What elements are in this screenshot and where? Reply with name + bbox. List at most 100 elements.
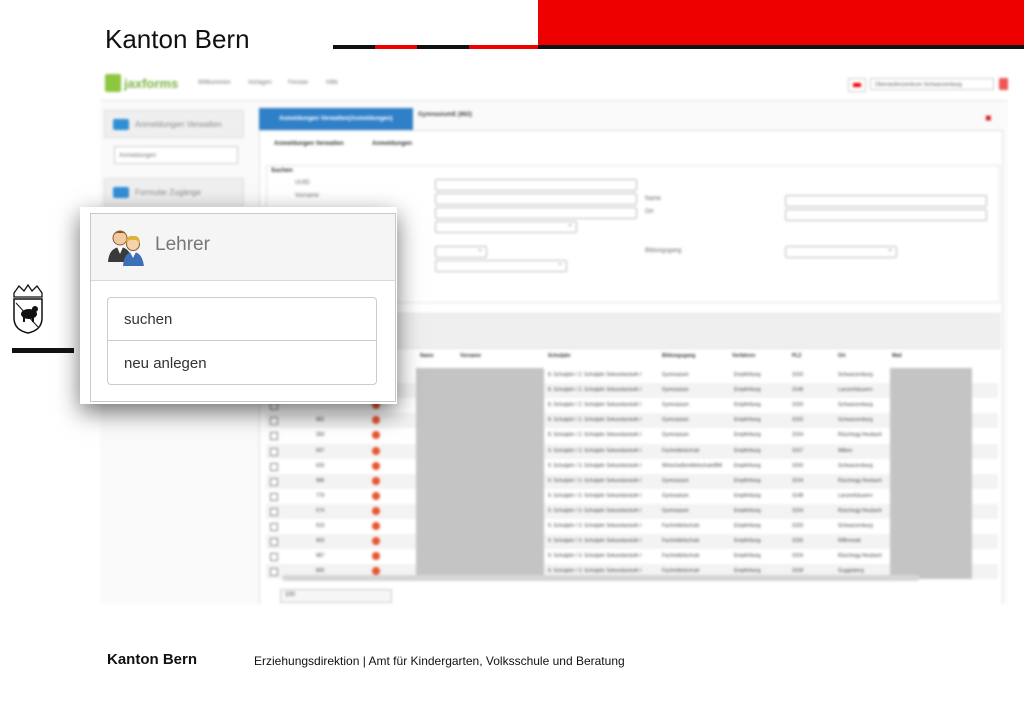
row-id: 919 — [316, 523, 325, 529]
jaxforms-logo-icon — [105, 74, 121, 92]
cell-bildungsgang: Gymnasium — [662, 402, 689, 409]
cell-plz: 3156 — [792, 538, 804, 545]
cell-bildungsgang: Fachmittelschule — [662, 553, 700, 560]
cell-bildungsgang: Gymnasium — [662, 492, 689, 499]
table-row[interactable]: 697 9. Schuljahr / 3. Schuljahr Sekundars… — [266, 443, 998, 459]
delete-icon[interactable] — [372, 522, 380, 530]
delete-icon[interactable] — [372, 416, 380, 425]
cell-vorfahren: Empfehlung — [734, 553, 761, 560]
pager[interactable]: 100 — [280, 589, 392, 603]
side-sub-item[interactable]: Anmeldungen — [114, 146, 238, 164]
row-checkbox[interactable] — [270, 462, 278, 471]
horizontal-scrollbar[interactable] — [282, 575, 920, 581]
column-header[interactable]: Schuljahr — [548, 353, 571, 359]
select-field[interactable] — [435, 220, 577, 233]
language-flag-icon[interactable] — [848, 78, 866, 92]
cell-vorfahren: Empfehlung — [734, 477, 761, 484]
cell-vorfahren: Empfehlung — [734, 402, 761, 409]
cell-ort: Milken — [838, 447, 853, 454]
table-row[interactable]: 779 9. Schuljahr / 3. Schuljahr Sekundars… — [266, 489, 998, 504]
cell-ort: Schwarzenburg — [838, 402, 873, 409]
name-input[interactable] — [785, 195, 987, 207]
row-id: 620 — [316, 462, 325, 469]
tab-gymnasium[interactable]: GymnasiumE (862) — [418, 112, 472, 118]
cell-ort: Rüschegg Heubach — [838, 507, 882, 514]
row-checkbox[interactable] — [270, 507, 278, 516]
side-card-formular[interactable]: Formular Zugänge — [104, 178, 244, 206]
table-row[interactable]: 986 9. Schuljahr / 3. Schuljahr Sekundars… — [266, 473, 998, 489]
side-card-anmeldungen[interactable]: Anmeldungen Verwalten — [104, 110, 244, 138]
table-row[interactable]: 903 9. Schuljahr / 3. Schuljahr Sekundars… — [266, 534, 998, 550]
header-rule — [538, 45, 1024, 49]
row-checkbox[interactable] — [270, 432, 278, 441]
column-header[interactable]: Mail — [892, 353, 902, 359]
org-selector[interactable]: Oberstufenzentrum Schwarzenburg — [870, 78, 994, 90]
column-header[interactable]: Ort — [838, 353, 846, 359]
ort-input[interactable] — [785, 209, 987, 221]
cell-bildungsgang: Fachmittelschule — [662, 538, 700, 545]
close-icon[interactable]: ✖ — [985, 114, 992, 123]
cell-schuljahr: 9. Schuljahr / 3. Schuljahr Sekundarstuf… — [548, 492, 642, 499]
text-input[interactable] — [435, 207, 637, 219]
cell-plz: 3150 — [792, 402, 804, 409]
column-header[interactable]: Bildungsgang — [662, 353, 695, 359]
menu-item-fenster[interactable]: Fenster — [288, 80, 308, 86]
row-checkbox[interactable] — [270, 447, 278, 456]
delete-icon[interactable] — [372, 476, 380, 485]
row-checkbox[interactable] — [270, 553, 278, 562]
menu-item-hilfe[interactable]: Hilfe — [326, 80, 338, 86]
table-row[interactable]: 574 9. Schuljahr / 3. Schuljahr Sekundars… — [266, 503, 998, 519]
table-row[interactable]: 283 8. Schuljahr / 2. Schuljahr Sekundars… — [266, 428, 998, 443]
cell-schuljahr: 8. Schuljahr / 2. Schuljahr Sekundarstuf… — [548, 417, 642, 424]
column-header[interactable]: PLZ — [792, 353, 801, 359]
cell-ort: Rüschegg Heubach — [838, 432, 882, 439]
cell-schuljahr: 8. Schuljahr / 2. Schuljahr Sekundarstuf… — [548, 402, 642, 409]
breadcrumb[interactable]: Anmeldungen Verwalten — [274, 141, 344, 147]
app-logo-text: jaxforms — [124, 76, 179, 91]
uuid-input[interactable] — [435, 179, 637, 191]
header-red-block — [538, 0, 1024, 47]
header-rule — [333, 45, 375, 49]
table-row[interactable]: 882 8. Schuljahr / 2. Schuljahr Sekundars… — [266, 413, 998, 429]
row-checkbox[interactable] — [270, 477, 278, 486]
side-card-label: Anmeldungen Verwalten — [135, 120, 222, 129]
bildungsgang-select[interactable] — [785, 245, 897, 258]
delete-icon[interactable] — [372, 446, 380, 455]
label-bildungsgang: Bildungsgang — [645, 248, 682, 254]
footer-text: Erziehungsdirektion | Amt für Kindergart… — [254, 654, 625, 668]
cell-plz: 3150 — [792, 462, 804, 469]
delete-icon[interactable] — [372, 506, 380, 515]
logout-icon[interactable] — [999, 78, 1008, 90]
delete-icon[interactable] — [372, 431, 380, 440]
row-checkbox[interactable] — [270, 492, 278, 501]
select-field[interactable] — [435, 259, 567, 272]
table-row[interactable]: 987 9. Schuljahr / 3. Schuljahr Sekundars… — [266, 549, 998, 564]
forms-icon — [113, 187, 129, 198]
cell-vorfahren: Empfehlung — [734, 387, 761, 394]
row-id: 986 — [316, 477, 325, 484]
select-field[interactable] — [435, 245, 487, 258]
column-header[interactable]: Vorfahren — [732, 353, 755, 359]
cell-ort: Schwarzenburg — [838, 417, 873, 424]
cell-ort: Lanzenhäusern — [838, 492, 873, 499]
column-header[interactable]: Vorname — [460, 353, 481, 359]
neu-anlegen-button[interactable]: neu anlegen — [108, 342, 376, 385]
table-row[interactable]: 620 9. Schuljahr / 3. Schuljahr Sekundars… — [266, 459, 998, 474]
suchen-button[interactable]: suchen — [108, 298, 376, 341]
menu-item-vorlagen[interactable]: Vorlagen — [248, 80, 272, 86]
table-row[interactable]: 919 9. Schuljahr / 3. Schuljahr Sekundars… — [266, 519, 998, 534]
delete-icon[interactable] — [372, 552, 380, 561]
row-checkbox[interactable] — [270, 538, 278, 547]
row-checkbox[interactable] — [270, 568, 278, 577]
row-checkbox[interactable] — [270, 523, 278, 531]
breadcrumb[interactable]: Anmeldungen — [372, 141, 412, 147]
delete-icon[interactable] — [372, 461, 380, 470]
vorname-input[interactable] — [435, 193, 637, 205]
row-checkbox[interactable] — [270, 417, 278, 426]
tab-anmeldungen-verwalten[interactable]: Anmeldungen Verwalten(Anmeldungen) — [259, 108, 413, 130]
delete-icon[interactable] — [372, 537, 380, 546]
cell-ort: Riffenmatt — [838, 538, 861, 545]
delete-icon[interactable] — [372, 491, 380, 500]
column-header[interactable]: Name — [420, 353, 434, 359]
menu-item-willkommen[interactable]: Willkommen — [198, 80, 231, 86]
